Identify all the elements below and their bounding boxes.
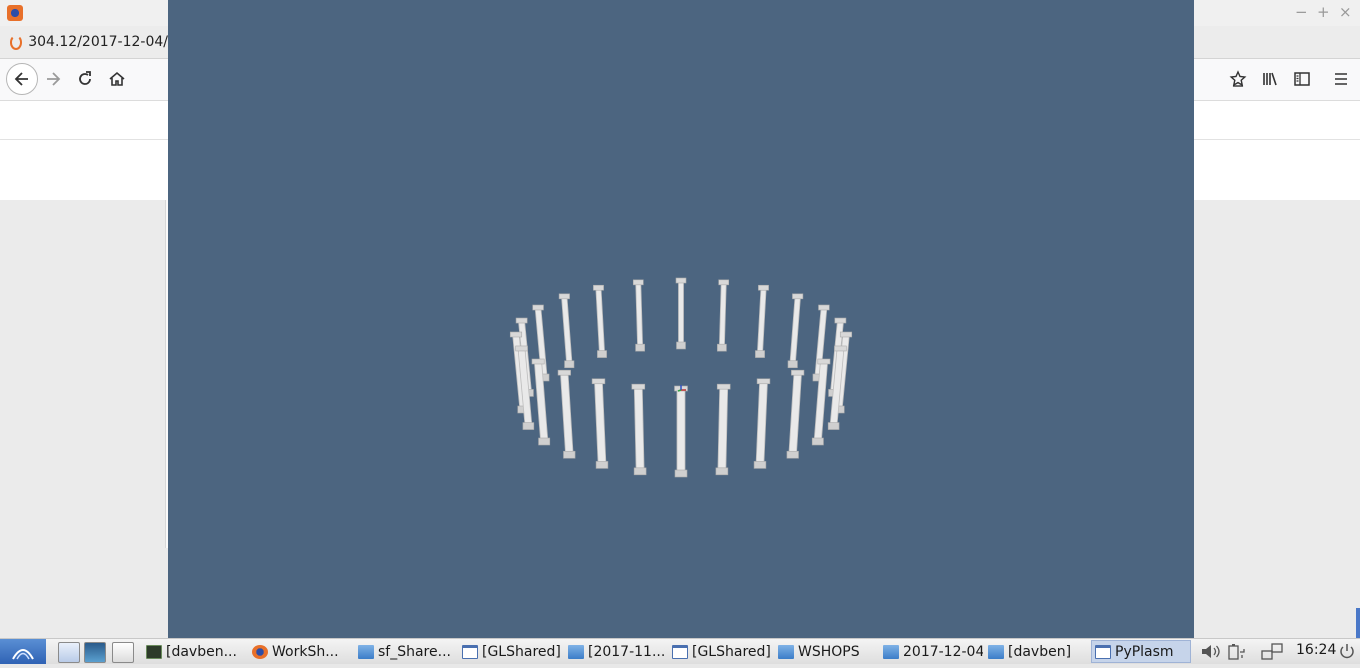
task-label: PyPlasm [1115, 643, 1174, 660]
terminal-icon [146, 644, 162, 659]
task-glshared-2[interactable]: [GLShared] [672, 640, 774, 663]
column [753, 378, 771, 469]
folder-icon [988, 644, 1004, 659]
back-icon [14, 72, 28, 86]
task-davben[interactable]: [davben] [988, 640, 1088, 663]
maximize-button[interactable]: + [1317, 3, 1330, 21]
column [531, 358, 551, 446]
loading-spinner-icon [10, 34, 23, 50]
task-firefox[interactable]: WorkSh... [252, 640, 354, 663]
menu-icon [1335, 73, 1347, 85]
library-icon [1263, 72, 1277, 86]
column [591, 378, 609, 469]
task-label: [GLShared] [692, 643, 771, 660]
task-2017-11[interactable]: [2017-11... [568, 640, 668, 663]
task-label: WorkSh... [272, 643, 339, 660]
tab-title: 304.12/2017-12-04/ [28, 34, 168, 50]
forward-icon [47, 72, 61, 86]
pyplasm-viewer[interactable] [168, 0, 1194, 638]
reload-icon [79, 71, 91, 85]
folder-icon [358, 644, 374, 659]
back-button[interactable] [6, 63, 38, 95]
sidebar-button[interactable] [1288, 65, 1316, 93]
folder-icon [568, 644, 584, 659]
task-label: [2017-11... [588, 643, 666, 660]
column [675, 277, 687, 350]
folder-icon [778, 644, 794, 659]
column [787, 293, 804, 369]
network-connection-icon[interactable] [1260, 643, 1284, 660]
column [558, 293, 575, 369]
firefox-icon [252, 644, 268, 659]
column [786, 369, 805, 459]
folder-icon [883, 644, 899, 659]
task-label: [davben] [1008, 643, 1072, 660]
close-button[interactable]: × [1339, 3, 1352, 21]
browser-tab[interactable]: 304.12/2017-12-04/ [0, 26, 168, 58]
task-sf-shared[interactable]: sf_Share... [358, 640, 458, 663]
task-pyplasm[interactable]: PyPlasm [1091, 640, 1191, 663]
column [557, 369, 576, 459]
power-icon[interactable] [1338, 643, 1356, 660]
battery-icon[interactable] [1226, 643, 1248, 660]
task-terminal[interactable]: [davben... [146, 640, 248, 663]
show-desktop-icon[interactable] [112, 642, 134, 663]
column [593, 284, 607, 358]
task-label: 2017-12-04 [903, 643, 983, 660]
task-2017-12-04[interactable]: 2017-12-04 [883, 640, 983, 663]
taskbar: [davben... WorkSh... sf_Share... [GLShar… [0, 638, 1360, 664]
task-label: [davben... [166, 643, 237, 660]
column [715, 383, 731, 476]
minimize-button[interactable]: − [1295, 3, 1308, 21]
window-icon [1095, 644, 1111, 659]
task-label: WSHOPS [798, 643, 860, 660]
column [717, 279, 730, 352]
window-icon [462, 644, 478, 659]
column [811, 358, 831, 446]
bookmarks-button[interactable] [1224, 65, 1252, 93]
bookmark-star-icon [1229, 70, 1247, 87]
network-icon[interactable] [84, 642, 106, 663]
task-glshared-1[interactable]: [GLShared] [462, 640, 564, 663]
task-label: [GLShared] [482, 643, 561, 660]
file-manager-icon[interactable] [58, 642, 80, 663]
clock[interactable]: 16:24 [1296, 642, 1336, 658]
home-button[interactable] [103, 65, 131, 93]
page-scrollbar[interactable] [1356, 608, 1360, 638]
reload-button[interactable] [71, 65, 99, 93]
column [631, 383, 647, 476]
column [632, 279, 645, 352]
sidebar-icon [1294, 72, 1310, 86]
task-wshops[interactable]: WSHOPS [778, 640, 878, 663]
home-icon [109, 71, 125, 86]
start-menu-button[interactable] [0, 639, 46, 664]
firefox-icon [7, 5, 23, 21]
task-label: sf_Share... [378, 643, 451, 660]
column [674, 385, 688, 478]
forward-button[interactable] [39, 65, 67, 93]
start-menu-icon [12, 649, 34, 660]
column [755, 284, 769, 358]
library-button[interactable] [1256, 65, 1284, 93]
window-icon [672, 644, 688, 659]
column-ring-scene[interactable] [168, 0, 1194, 638]
volume-icon[interactable] [1200, 643, 1222, 660]
menu-button[interactable] [1327, 65, 1355, 93]
